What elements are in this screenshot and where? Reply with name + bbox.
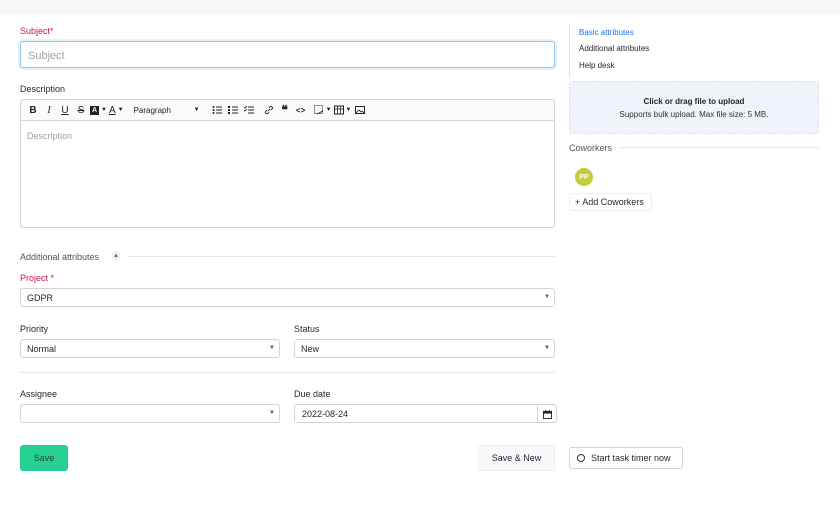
image-insert-icon xyxy=(313,105,323,115)
chevron-down-icon: ▼ xyxy=(193,107,200,113)
caret-down-icon: ▼ xyxy=(544,294,550,300)
section-divider xyxy=(128,256,555,257)
checklist-icon xyxy=(243,105,254,114)
underline-button[interactable]: U xyxy=(58,102,72,118)
chevron-up-icon: ▲ xyxy=(113,253,119,259)
subject-label: Subject xyxy=(20,26,51,36)
top-bar xyxy=(0,0,840,14)
save-button[interactable]: Save xyxy=(20,445,68,471)
sidebar-link-basic-attributes[interactable]: Basic attributes xyxy=(579,28,634,37)
priority-label: Priority xyxy=(20,324,49,334)
priority-select[interactable]: Normal ▼ xyxy=(20,339,280,358)
calendar-icon xyxy=(543,409,552,419)
project-select[interactable]: GDPR ▼ xyxy=(20,288,555,307)
image-icon xyxy=(355,106,366,114)
add-coworkers-button[interactable]: + Add Coworkers xyxy=(569,193,652,211)
paragraph-select[interactable]: Paragraph ▼ xyxy=(130,102,204,118)
sidebar-nav-rule xyxy=(569,24,570,78)
font-color-icon: A xyxy=(108,104,116,116)
chevron-down-icon: ▼ xyxy=(101,107,107,113)
timer-circle-icon xyxy=(577,454,585,462)
quote-icon: ❝ xyxy=(281,103,288,117)
subject-required-mark: * xyxy=(50,26,54,36)
italic-button[interactable]: I xyxy=(42,102,56,118)
code-icon: <> xyxy=(295,105,306,115)
caret-down-icon: ▼ xyxy=(544,345,550,351)
chevron-down-icon: ▼ xyxy=(117,107,124,113)
chevron-down-icon: ▼ xyxy=(325,107,332,113)
coworkers-divider xyxy=(620,147,819,148)
todo-list-button[interactable] xyxy=(242,102,256,118)
start-timer-label: Start task timer now xyxy=(591,453,671,463)
bulleted-list-icon xyxy=(212,106,222,114)
project-required-mark: * xyxy=(50,273,55,283)
upload-title: Click or drag file to upload xyxy=(643,97,745,106)
caret-down-icon: ▼ xyxy=(269,410,275,416)
font-color-button[interactable]: A ▼ xyxy=(109,102,124,118)
project-label: Project xyxy=(20,273,49,283)
due-date-input[interactable]: 2022-08-24 xyxy=(294,404,557,423)
description-placeholder: Description xyxy=(27,131,73,141)
link-button[interactable] xyxy=(262,102,276,118)
description-label: Description xyxy=(20,84,66,94)
link-icon xyxy=(264,105,273,115)
due-date-label: Due date xyxy=(294,389,331,399)
code-button[interactable]: <> xyxy=(294,102,308,118)
avatar[interactable]: PP xyxy=(575,168,593,186)
status-label: Status xyxy=(294,324,320,334)
collapse-button[interactable]: ▲ xyxy=(111,251,121,261)
subject-placeholder: Subject xyxy=(28,50,65,62)
project-label-row: Project * xyxy=(20,273,54,283)
chevron-down-icon: ▼ xyxy=(345,107,352,113)
bold-button[interactable]: B xyxy=(26,102,40,118)
caret-down-icon: ▼ xyxy=(269,345,275,351)
project-value: GDPR xyxy=(27,293,54,303)
calendar-button[interactable] xyxy=(537,405,557,423)
priority-value: Normal xyxy=(27,344,57,354)
due-date-value: 2022-08-24 xyxy=(302,409,349,419)
highlight-color-button[interactable]: A ▼ xyxy=(90,102,107,118)
description-editor[interactable]: Description xyxy=(20,121,555,228)
additional-attributes-heading: Additional attributes xyxy=(20,252,100,262)
image-button[interactable] xyxy=(353,102,367,118)
numbered-list-icon xyxy=(227,106,238,114)
file-upload-dropzone[interactable]: Click or drag file to upload Supports bu… xyxy=(569,81,819,134)
sidebar-link-additional-attributes[interactable]: Additional attributes xyxy=(579,44,649,53)
insert-image-button[interactable]: ▼ xyxy=(313,102,332,118)
status-value: New xyxy=(301,344,320,354)
table-icon xyxy=(333,105,344,115)
editor-toolbar: B I U S A ▼ A ▼ Paragraph ▼ ❝ <> ▼ ▼ xyxy=(20,99,555,121)
subject-input[interactable]: Subject xyxy=(20,41,555,68)
paragraph-label: Paragraph xyxy=(133,105,171,115)
upload-hint: Supports bulk upload. Max file size: 5 M… xyxy=(619,110,769,119)
status-select[interactable]: New ▼ xyxy=(294,339,555,358)
blockquote-button[interactable]: ❝ xyxy=(278,102,292,118)
strikethrough-button[interactable]: S xyxy=(74,102,88,118)
assignee-select[interactable]: ▼ xyxy=(20,404,280,423)
highlight-icon: A xyxy=(90,105,99,115)
numbered-list-button[interactable] xyxy=(226,102,240,118)
subject-label-row: Subject* xyxy=(20,26,54,36)
save-and-new-button[interactable]: Save & New xyxy=(478,445,555,471)
bulleted-list-button[interactable] xyxy=(210,102,224,118)
start-timer-button[interactable]: Start task timer now xyxy=(569,447,683,469)
table-button[interactable]: ▼ xyxy=(333,102,352,118)
field-divider xyxy=(20,372,555,373)
sidebar-link-help-desk[interactable]: Help desk xyxy=(579,61,615,70)
coworkers-heading: Coworkers xyxy=(569,143,613,153)
assignee-label: Assignee xyxy=(20,389,58,399)
